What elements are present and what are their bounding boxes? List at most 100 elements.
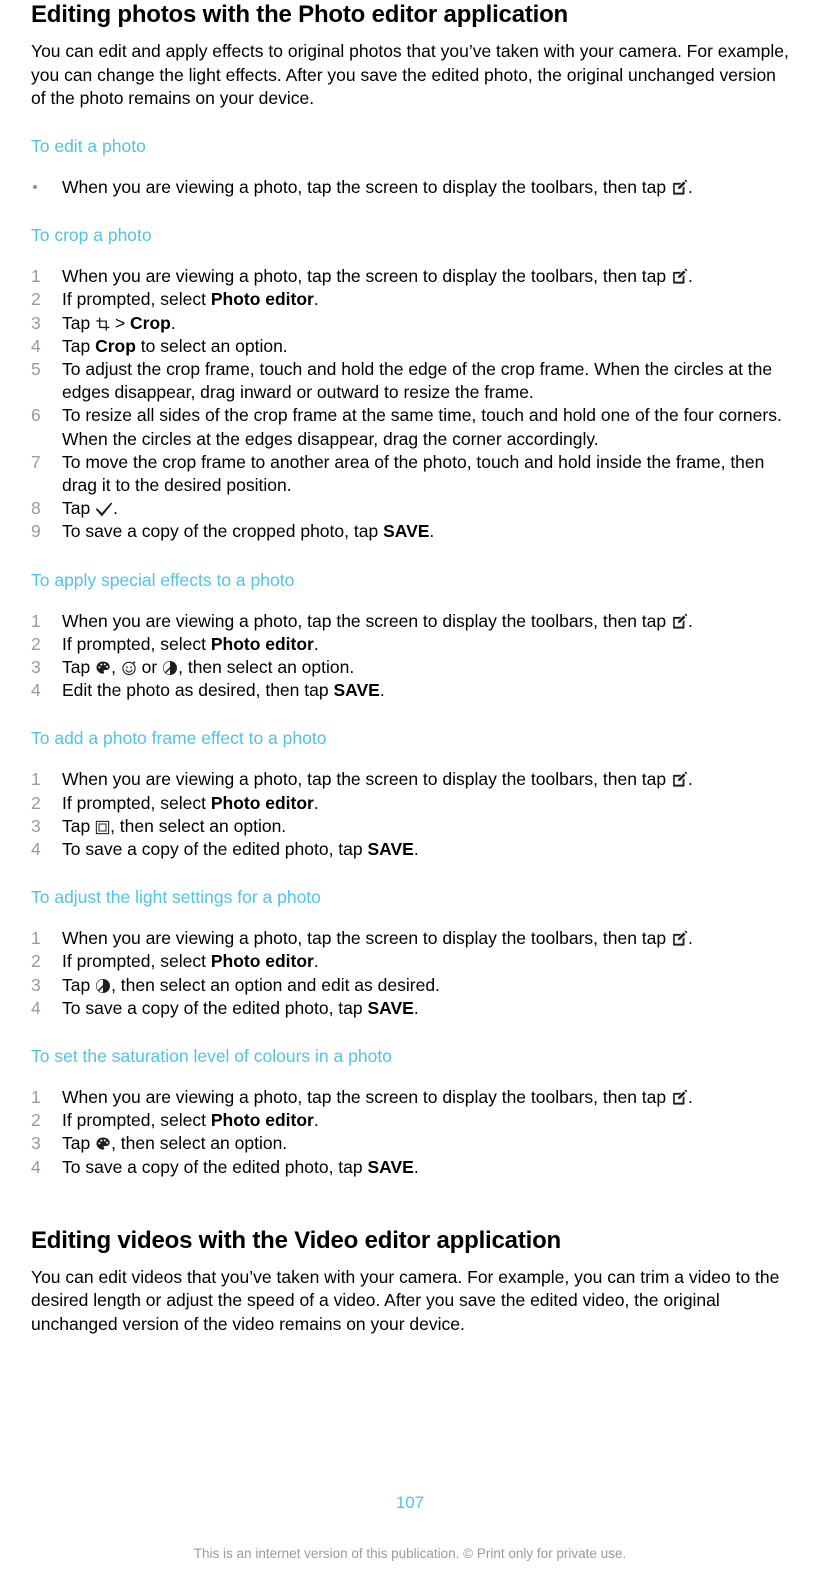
step-text: When you are viewing a photo, tap the sc… — [62, 176, 693, 197]
procedure-heading: To crop a photo — [31, 225, 152, 246]
section-intro-text: You can edit and apply effects to origin… — [31, 41, 789, 108]
emphasis-text: SAVE — [367, 1156, 414, 1177]
step-number: 7 — [31, 451, 41, 472]
emphasis-text: Photo editor — [210, 289, 314, 310]
emphasis-text: Photo editor — [210, 792, 314, 813]
emphasis-text: SAVE — [367, 838, 414, 859]
step-text: If prompted, select Photo editor. — [62, 289, 319, 310]
step-text: Tap , then select an option and edit as … — [62, 974, 440, 995]
step-item: 3 Tap , or , then select an option. — [31, 656, 790, 679]
step-item: 3 Tap > Crop. — [31, 312, 790, 335]
emphasis-text: Crop — [95, 335, 136, 356]
palette-icon — [95, 660, 111, 676]
step-text: If prompted, select Photo editor. — [62, 633, 319, 654]
procedure-spacer — [31, 702, 790, 728]
numbered-step-list: 1 When you are viewing a photo, tap the s… — [31, 1086, 790, 1179]
copyright-disclaimer: This is an internet version of this publ… — [193, 1546, 627, 1561]
step-text: To save a copy of the edited photo, tap … — [62, 838, 419, 859]
step-item: 1 When you are viewing a photo, tap the s… — [31, 927, 790, 950]
palette-icon — [95, 1136, 111, 1152]
step-text: To save a copy of the edited photo, tap … — [62, 1156, 419, 1177]
numbered-step-list: 1 When you are viewing a photo, tap the s… — [31, 927, 790, 1020]
step-item: 3 Tap , then select an option and edit as… — [31, 974, 790, 997]
step-text: If prompted, select Photo editor. — [62, 792, 319, 813]
step-text: Edit the photo as desired, then tap SAVE… — [62, 680, 385, 701]
step-text: When you are viewing a photo, tap the sc… — [62, 266, 693, 287]
contrast-icon — [162, 660, 178, 676]
step-number: 3 — [31, 815, 41, 836]
step-item: 3 Tap , then select an option. — [31, 1132, 790, 1155]
emphasis-text: Crop — [130, 312, 171, 333]
chapter-title: Editing photos with the Photo editor app… — [31, 1, 569, 28]
step-text: To resize all sides of the crop frame at… — [62, 405, 782, 449]
procedure-spacer — [31, 861, 790, 887]
step-number: 2 — [31, 1110, 41, 1131]
step-text: To adjust the crop frame, touch and hold… — [62, 358, 773, 403]
step-item: 3 Tap , then select an option. — [31, 815, 790, 838]
emphasis-text: SAVE — [383, 521, 430, 542]
procedure-heading: To edit a photo — [31, 135, 146, 156]
procedure-spacer — [31, 199, 790, 225]
step-text: If prompted, select Photo editor. — [62, 951, 319, 972]
step-number: 5 — [31, 358, 41, 379]
step-number: 6 — [31, 405, 41, 426]
edit-icon — [671, 771, 688, 788]
step-number: 2 — [31, 633, 41, 654]
step-item: 1 When you are viewing a photo, tap the s… — [31, 610, 790, 633]
heading-spacer — [31, 246, 790, 265]
heading-spacer — [31, 591, 790, 610]
edit-icon — [671, 930, 688, 947]
chapter-title: Editing videos with the Video editor app… — [31, 1226, 562, 1254]
step-number: 3 — [31, 312, 41, 333]
bullet-marker — [33, 176, 53, 199]
step-text: When you are viewing a photo, tap the sc… — [62, 928, 693, 949]
procedure-spacer — [31, 1020, 790, 1046]
step-number: 4 — [31, 335, 41, 356]
step-number: 2 — [31, 289, 41, 310]
emphasis-text: SAVE — [367, 997, 414, 1018]
numbered-step-list: 1 When you are viewing a photo, tap the s… — [31, 265, 790, 543]
bullet-dot — [33, 185, 37, 190]
heading-spacer — [31, 908, 790, 927]
step-number: 4 — [31, 680, 41, 701]
checkmark-icon — [95, 502, 113, 517]
bulleted-step-list: When you are viewing a photo, tap the sc… — [31, 176, 790, 199]
step-text: Tap , then select an option. — [62, 815, 287, 836]
emphasis-text: SAVE — [333, 680, 380, 701]
procedure-heading: To add a photo frame effect to a photo — [31, 728, 327, 749]
step-item: 2 If prompted, select Photo editor. — [31, 633, 790, 656]
step-item: 1 When you are viewing a photo, tap the s… — [31, 265, 790, 288]
step-number: 3 — [31, 974, 41, 995]
step-item: 1 When you are viewing a photo, tap the s… — [31, 768, 790, 791]
step-number: 4 — [31, 997, 41, 1018]
step-item: 2 If prompted, select Photo editor. — [31, 792, 790, 815]
step-number: 3 — [31, 656, 41, 677]
step-text: When you are viewing a photo, tap the sc… — [62, 1087, 693, 1107]
step-item: 2 If prompted, select Photo editor. — [31, 950, 790, 973]
step-item: 5 To adjust the crop frame, touch and hol… — [31, 358, 790, 404]
step-number: 1 — [31, 1087, 41, 1107]
photo-frame-icon — [95, 820, 110, 835]
step-item: 7 To move the crop frame to another area … — [31, 451, 790, 497]
step-item: When you are viewing a photo, tap the sc… — [31, 176, 790, 199]
document-page: Editing photos with the Photo editor app… — [0, 0, 820, 1589]
step-text: To save a copy of the cropped photo, tap… — [62, 521, 435, 542]
step-item: 4 To save a copy of the edited photo, tap… — [31, 838, 790, 861]
step-number: 1 — [31, 266, 41, 287]
numbered-step-list: 1 When you are viewing a photo, tap the s… — [31, 610, 790, 703]
procedure-heading: To set the saturation level of colours i… — [31, 1046, 392, 1066]
step-text: Tap > Crop. — [62, 312, 176, 333]
sparkle-effects-icon — [121, 660, 137, 676]
procedure-heading: To apply special effects to a photo — [31, 569, 295, 590]
emphasis-text: Photo editor — [210, 1110, 314, 1131]
step-item: 8 Tap . — [31, 497, 790, 520]
step-number: 8 — [31, 498, 41, 519]
step-item: 1 When you are viewing a photo, tap the s… — [31, 1086, 790, 1109]
step-text: To move the crop frame to another area o… — [62, 451, 765, 495]
page-content: Editing photos with the Photo editor app… — [31, 0, 790, 1336]
step-item: 4 To save a copy of the edited photo, tap… — [31, 1156, 790, 1179]
step-number: 1 — [31, 928, 41, 949]
step-number: 4 — [31, 838, 41, 859]
step-number: 9 — [31, 521, 41, 542]
